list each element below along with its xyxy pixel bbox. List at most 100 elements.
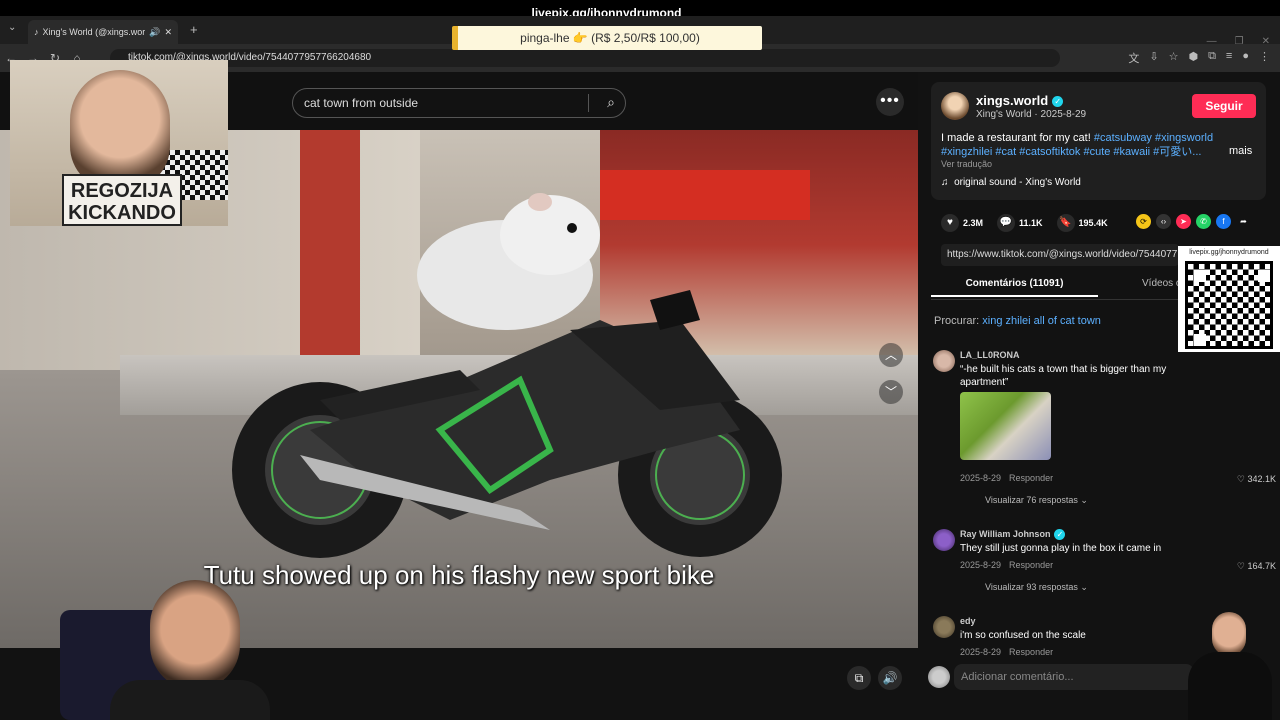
music-info[interactable]: ♫ original sound - Xing's World	[941, 177, 1081, 188]
comment-date: 2025-8-29	[960, 473, 1002, 483]
embed-icon[interactable]: ‹›	[1156, 214, 1171, 229]
author-username[interactable]: xings.world ✓	[976, 93, 1064, 108]
follow-button[interactable]: Seguir	[1192, 94, 1256, 118]
streamer-head	[150, 580, 240, 690]
search-icon[interactable]: ⌕	[607, 94, 615, 111]
author-subline: Xing's World · 2025-8-29	[976, 109, 1087, 120]
video-caption: I made a restaurant for my cat! #catsubw…	[941, 131, 1256, 159]
comment-stat[interactable]: 💬 11.1K	[997, 214, 1043, 232]
music-note-icon: ♫	[941, 177, 949, 188]
commenter-avatar[interactable]	[933, 350, 955, 372]
view-replies-button[interactable]: Visualizar 93 respostas ⌄	[985, 582, 1088, 593]
comment-icon[interactable]: 💬	[997, 214, 1016, 232]
tab-creator-videos[interactable]: Vídeos c	[1142, 278, 1181, 289]
caption-hashtags[interactable]: #catsubway #xingsworld	[1094, 132, 1213, 144]
tab-audio-icon[interactable]: 🔊	[149, 27, 160, 38]
repost-icon[interactable]: ⟳	[1136, 214, 1151, 229]
view-replies-button[interactable]: Visualizar 76 respostas ⌄	[985, 495, 1088, 506]
comment-date: 2025-8-29	[960, 647, 1002, 656]
commenter-avatar[interactable]	[933, 616, 955, 638]
volume-icon[interactable]: 🔊	[878, 666, 902, 690]
extension-icon[interactable]: ⬢	[1188, 50, 1198, 66]
reading-list-icon[interactable]: ≡	[1226, 50, 1232, 66]
guest-webcam	[1180, 612, 1280, 720]
puzzle-icon[interactable]: ⧉	[1208, 50, 1216, 66]
copy-link-field[interactable]: https://www.tiktok.com/@xings.world/vide…	[941, 244, 1179, 266]
tab-comments[interactable]: Comentários (11091)	[931, 278, 1098, 297]
caption-more-link[interactable]: mais	[1229, 145, 1252, 157]
previous-video-icon[interactable]: ︿	[879, 343, 903, 367]
music-title[interactable]: original sound - Xing's World	[954, 177, 1081, 188]
commenter-avatar[interactable]	[933, 529, 955, 551]
whatsapp-icon[interactable]: ✆	[1196, 214, 1211, 229]
comment-text: “-he built his cats a town that is bigge…	[960, 364, 1167, 388]
search-suggestion[interactable]: Procurar: xing zhilei all of cat town	[934, 315, 1101, 327]
webcam-sign: REGOZIJA KICKANDO	[62, 174, 182, 226]
comment-meta: 2025-8-29 Responder	[960, 473, 1053, 483]
comment-image[interactable]	[960, 392, 1051, 460]
like-count: 2.3M	[963, 218, 984, 228]
commenter-name[interactable]: LA_LL0RONA	[960, 350, 1020, 360]
comment-text: i'm so confused on the scale	[960, 630, 1086, 641]
commenter-name[interactable]: Ray William Johnson ✓	[960, 529, 1066, 541]
menu-icon[interactable]: ⋮	[1259, 50, 1270, 66]
reply-button[interactable]: Responder	[1009, 560, 1053, 570]
search-divider	[588, 94, 589, 112]
tab-title: Xing's World (@xings.world	[42, 27, 146, 37]
tab-list-icon[interactable]: ⌄	[8, 22, 16, 33]
pip-icon[interactable]: ⧉	[847, 666, 871, 690]
commenter-name-text[interactable]: Ray William Johnson	[960, 529, 1050, 539]
comment-likes[interactable]: ♡ 164.7K	[1237, 561, 1276, 572]
more-options-icon[interactable]: •••	[876, 88, 904, 116]
url-field[interactable]: tiktok.com/@xings.world/video/7544077957…	[110, 49, 1060, 67]
qr-code-overlay: livepix.gg/jhonnydrumond	[1178, 246, 1280, 352]
save-stat[interactable]: 🔖 195.4K	[1056, 214, 1108, 232]
comment-like-count: 164.7K	[1247, 561, 1276, 571]
streamer-face	[70, 70, 170, 190]
tiktok-favicon-icon: ♪	[34, 27, 39, 37]
see-translation-link[interactable]: Ver tradução	[941, 159, 992, 169]
comment-item: Ray William Johnson ✓ They still just gon…	[933, 529, 1278, 599]
tab-close-icon[interactable]: ✕	[164, 27, 172, 38]
verified-badge-icon: ✓	[1054, 529, 1066, 541]
send-icon[interactable]: ➤	[1176, 214, 1191, 229]
streamer-webcam: REGOZIJA KICKANDO	[10, 60, 228, 226]
translate-icon[interactable]: 文	[1128, 50, 1139, 66]
commenter-name[interactable]: edy	[960, 616, 976, 626]
search-suggestion-query[interactable]: xing zhilei all of cat town	[982, 315, 1101, 327]
caption-text: I made a restaurant for my cat!	[941, 132, 1094, 144]
heart-icon[interactable]: ♥	[941, 214, 959, 232]
current-user-avatar	[928, 666, 950, 688]
like-stat[interactable]: ♥ 2.3M	[941, 214, 983, 232]
new-tab-icon[interactable]: +	[190, 22, 198, 37]
guest-body	[1188, 652, 1272, 720]
author-username-text[interactable]: xings.world	[976, 93, 1048, 108]
comment-likes[interactable]: ♡ 342.1K	[1237, 474, 1276, 485]
install-app-icon[interactable]: ⇩	[1149, 50, 1158, 66]
profile-icon[interactable]: ●	[1242, 50, 1249, 66]
comment-heart-icon[interactable]: ♡	[1237, 474, 1245, 484]
comment-heart-icon[interactable]: ♡	[1237, 561, 1245, 571]
author-display-name: Xing's World	[976, 109, 1032, 120]
author-avatar[interactable]	[941, 92, 969, 120]
comment-text: They still just gonna play in the box it…	[960, 543, 1162, 554]
view-replies-label[interactable]: Visualizar 76 respostas	[985, 495, 1078, 505]
search-input[interactable]: cat town from outside	[304, 96, 418, 110]
post-date: 2025-8-29	[1040, 109, 1087, 120]
comment-input[interactable]: Adicionar comentário...	[954, 664, 1194, 690]
comment-count: 11.1K	[1019, 218, 1043, 228]
share-icons: ⟳ ‹› ➤ ✆ f ➦	[1136, 214, 1251, 229]
search-bar[interactable]: cat town from outside ⌕	[292, 88, 626, 118]
view-replies-label[interactable]: Visualizar 93 respostas	[985, 582, 1078, 592]
comment-date: 2025-8-29	[960, 560, 1002, 570]
bookmark-star-icon[interactable]: ☆	[1169, 50, 1179, 66]
caption-hashtags-more[interactable]: #xingzhilei #cat #catsoftiktok #cute #ka…	[941, 146, 1201, 158]
reply-button[interactable]: Responder	[1009, 473, 1053, 483]
share-arrow-icon[interactable]: ➦	[1236, 214, 1251, 229]
next-video-icon[interactable]: ﹀	[879, 380, 903, 404]
engagement-stats: ♥ 2.3M 💬 11.1K 🔖 195.4K	[941, 214, 1108, 232]
bookmark-icon[interactable]: 🔖	[1056, 214, 1075, 232]
facebook-icon[interactable]: f	[1216, 214, 1231, 229]
reply-button[interactable]: Responder	[1009, 647, 1053, 656]
browser-tab[interactable]: ♪ Xing's World (@xings.world 🔊 ✕	[28, 20, 178, 44]
